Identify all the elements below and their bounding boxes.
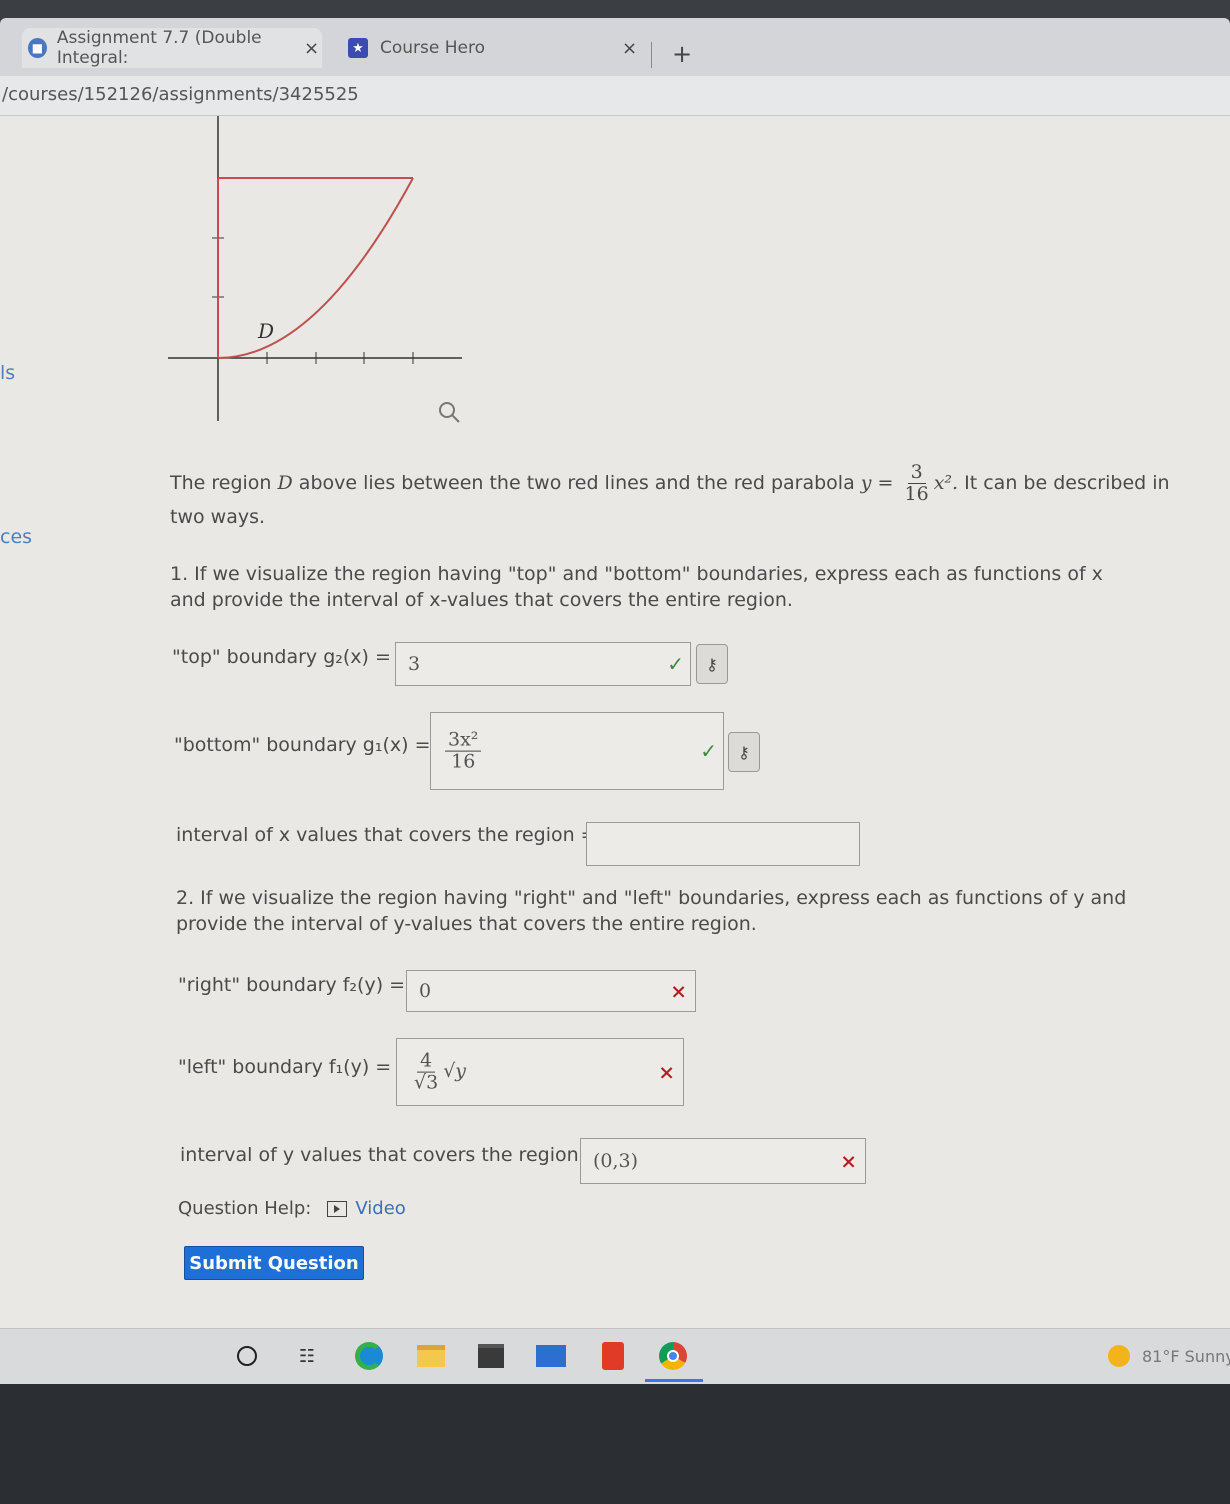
course-site-icon: ■ bbox=[28, 38, 47, 58]
tab-assignment[interactable]: ■ Assignment 7.7 (Double Integral: × bbox=[22, 28, 322, 68]
top-boundary-label: "top" boundary g₂(x) = bbox=[172, 646, 391, 668]
parabola-lhs: y = bbox=[860, 471, 894, 494]
answer-fraction: 3x² 16 bbox=[445, 729, 482, 773]
windows-taskbar: ☷ 81°F Sunny bbox=[0, 1328, 1230, 1384]
active-app-indicator bbox=[645, 1379, 703, 1382]
close-tab-icon[interactable]: × bbox=[304, 38, 319, 59]
submit-question-button[interactable]: Submit Question bbox=[184, 1246, 364, 1280]
question-help: Question Help: Video bbox=[178, 1198, 406, 1219]
correct-check-icon: ✓ bbox=[667, 652, 684, 676]
parabola-curve bbox=[217, 177, 414, 359]
parabola-rhs: x². bbox=[933, 471, 959, 494]
course-hero-star-icon: ★ bbox=[348, 38, 368, 58]
chrome-icon[interactable] bbox=[658, 1341, 688, 1371]
region-label: D bbox=[257, 319, 274, 343]
x-interval-input[interactable] bbox=[586, 822, 860, 866]
right-boundary-input[interactable]: 0 × bbox=[406, 970, 696, 1012]
fraction-numerator: 3x² bbox=[445, 729, 482, 752]
bottom-boundary-input[interactable]: 3x² 16 ✓ bbox=[430, 712, 724, 790]
store-icon[interactable] bbox=[476, 1341, 506, 1371]
answer-value: 0 bbox=[419, 980, 432, 1002]
sun-icon bbox=[1108, 1345, 1130, 1367]
video-link[interactable]: Video bbox=[327, 1198, 406, 1219]
weather-widget[interactable]: 81°F Sunny bbox=[1108, 1345, 1230, 1367]
right-boundary-label: "right" boundary f₂(y) = bbox=[178, 974, 406, 996]
browser-tab-bar: ■ Assignment 7.7 (Double Integral: × ★ C… bbox=[0, 18, 1230, 76]
tab-course-hero[interactable]: ★ Course Hero × bbox=[340, 28, 650, 68]
edge-icon[interactable] bbox=[354, 1341, 384, 1371]
bottom-boundary-label: "bottom" boundary g₁(x) = bbox=[174, 734, 431, 756]
question-intro: The region D above lies between the two … bbox=[170, 462, 1180, 530]
left-boundary-label: "left" boundary f₁(y) = bbox=[178, 1056, 392, 1078]
sqrt-y: √y bbox=[443, 1060, 467, 1082]
help-label: Question Help: bbox=[178, 1198, 312, 1219]
weather-text: 81°F Sunny bbox=[1142, 1346, 1230, 1366]
mail-icon[interactable] bbox=[536, 1341, 566, 1371]
office-icon[interactable] bbox=[598, 1341, 628, 1371]
fraction-denominator: 16 bbox=[904, 482, 929, 505]
intro-text: above lies between the two red lines and… bbox=[298, 471, 855, 494]
answer-value: 4 √3 √y bbox=[409, 1050, 467, 1094]
part2-instructions: 2. If we visualize the region having "ri… bbox=[176, 887, 1127, 935]
y-interval-label: interval of y values that covers the reg… bbox=[180, 1144, 601, 1166]
incorrect-x-icon: × bbox=[670, 979, 687, 1003]
screen-bezel-bottom bbox=[0, 1384, 1230, 1504]
cortana-circle-icon[interactable] bbox=[232, 1341, 262, 1371]
tab-separator bbox=[651, 42, 652, 68]
address-bar[interactable]: /courses/152126/assignments/3425525 bbox=[0, 76, 1230, 116]
video-icon bbox=[327, 1200, 348, 1217]
incorrect-x-icon: × bbox=[840, 1149, 857, 1173]
key-icon[interactable]: ⚷ bbox=[696, 644, 728, 684]
task-view-icon[interactable]: ☷ bbox=[292, 1341, 322, 1371]
correct-check-icon: ✓ bbox=[700, 739, 717, 763]
tab-title: Course Hero bbox=[380, 38, 486, 58]
close-tab-icon[interactable]: × bbox=[622, 38, 637, 59]
parabola-fraction: 3 16 bbox=[902, 462, 932, 505]
file-explorer-icon[interactable] bbox=[416, 1341, 446, 1371]
incorrect-x-icon: × bbox=[658, 1060, 675, 1084]
answer-fraction: 4 √3 bbox=[411, 1050, 441, 1094]
region-graph: D bbox=[168, 116, 462, 423]
sidebar-link[interactable]: ces bbox=[0, 526, 32, 548]
video-label: Video bbox=[355, 1198, 406, 1219]
tab-title: Assignment 7.7 (Double Integral: bbox=[56, 28, 262, 68]
url-text[interactable]: /courses/152126/assignments/3425525 bbox=[2, 84, 359, 105]
left-boundary-input[interactable]: 4 √3 √y × bbox=[396, 1038, 684, 1106]
top-boundary-input[interactable]: 3 ✓ bbox=[395, 642, 691, 686]
intro-text: The region bbox=[170, 471, 272, 494]
sidebar-link[interactable]: ls bbox=[0, 362, 15, 384]
y-interval-input[interactable]: (0,3) × bbox=[580, 1138, 866, 1184]
new-tab-button[interactable]: + bbox=[672, 40, 692, 68]
region-var: D bbox=[277, 471, 293, 494]
part1-instructions: 1. If we visualize the region having "to… bbox=[170, 563, 1103, 611]
assignment-page: ls ces D The region D above lies between… bbox=[0, 116, 1230, 1328]
answer-value: (0,3) bbox=[593, 1150, 639, 1172]
answer-value: 3 bbox=[408, 653, 421, 675]
fraction-denominator: √3 bbox=[414, 1071, 439, 1094]
answer-value: 3x² 16 bbox=[443, 729, 483, 773]
zoom-icon[interactable] bbox=[439, 402, 460, 423]
x-interval-label: interval of x values that covers the reg… bbox=[176, 824, 597, 846]
fraction-numerator: 3 bbox=[907, 462, 926, 484]
fraction-denominator: 16 bbox=[451, 750, 476, 773]
fraction-numerator: 4 bbox=[417, 1050, 436, 1073]
key-icon[interactable]: ⚷ bbox=[728, 732, 760, 772]
